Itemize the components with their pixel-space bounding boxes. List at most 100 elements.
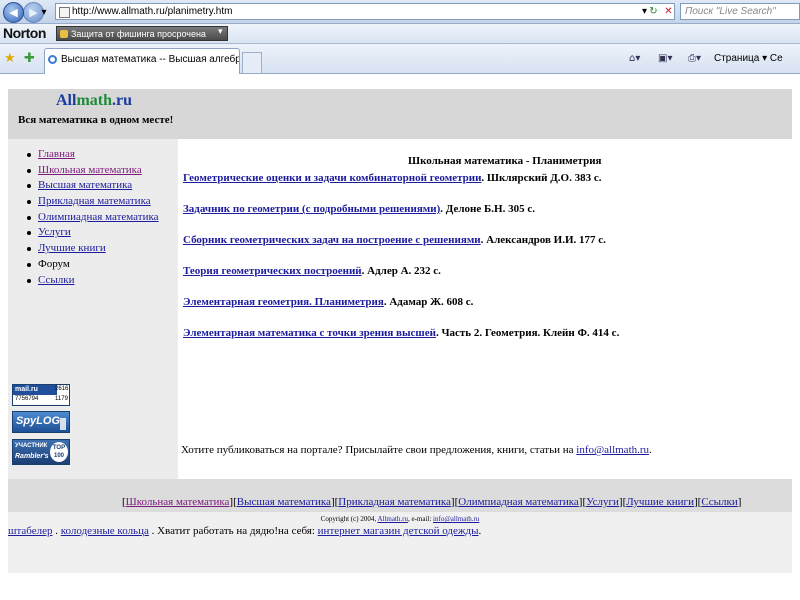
address-url: http://www.allmath.ru/planimetry.htm	[72, 6, 233, 17]
sidebar-item-label[interactable]: Главная	[38, 148, 75, 160]
sidebar-item-label[interactable]: Прикладная математика	[38, 195, 151, 207]
sidebar-item-label[interactable]: Школьная математика	[38, 164, 142, 176]
sidebar-nav: Главная Школьная математика Высшая математ…	[25, 148, 159, 289]
sidebar-item[interactable]: Школьная математика	[25, 164, 159, 180]
logo-part-ru: .ru	[112, 92, 133, 109]
book-title-link[interactable]: Задачник по геометрии (с подробными реше…	[183, 203, 440, 215]
ad-text: . Хватит работать на дядю!на себя:	[148, 525, 318, 537]
ad-link-3[interactable]: интернет магазин детской одежды	[318, 525, 479, 537]
sidebar-item: Форум	[25, 258, 159, 274]
spylog-brand: SpyLOG	[16, 415, 61, 427]
sidebar-item[interactable]: Олимпиадная математика	[25, 211, 159, 227]
page-menu[interactable]: Страница ▾ Се	[714, 53, 783, 64]
book-item: Сборник геометрических задач на построен…	[183, 234, 606, 246]
book-item: Теория геометрических построений. Адлер …	[183, 265, 441, 277]
book-title-link[interactable]: Сборник геометрических задач на построен…	[183, 234, 481, 246]
chevron-down-icon[interactable]: ▾	[218, 27, 223, 37]
mailru-count-3: 1179	[55, 396, 68, 402]
ad-separator: .	[52, 525, 61, 537]
book-item: Задачник по геометрии (с подробными реше…	[183, 203, 535, 215]
tools-menu-label: Се	[769, 53, 783, 64]
book-info: . Шклярский Д.О. 383 с.	[481, 172, 602, 184]
sidebar-item-label[interactable]: Услуги	[38, 226, 71, 238]
sidebar-item-label[interactable]: Олимпиадная математика	[38, 211, 159, 223]
logo-part-math: math	[76, 92, 113, 109]
sidebar-item[interactable]: Ссылки	[25, 274, 159, 290]
book-title-link[interactable]: Теория геометрических построений	[183, 265, 362, 277]
ad-end: .	[478, 525, 482, 537]
mailru-brand: mail.ru	[13, 385, 57, 395]
footer-link[interactable]: Услуги	[586, 496, 619, 508]
sidebar-item[interactable]: Прикладная математика	[25, 195, 159, 211]
ad-link-1[interactable]: штабелер	[8, 525, 53, 537]
tab-active[interactable]: Высшая математика -- Высшая алгебра, дис…	[44, 48, 240, 74]
page-menu-label: Страница	[714, 53, 760, 64]
feeds-icon[interactable]: ▣▾	[658, 53, 672, 64]
book-item: Элементарная математика с точки зрения в…	[183, 327, 619, 339]
footer-link[interactable]: Ссылки	[701, 496, 737, 508]
page-viewport: Allmath.ru Вся математика в одном месте!…	[0, 75, 800, 600]
footer-link[interactable]: Олимпиадная математика	[458, 496, 579, 508]
site-header: Allmath.ru Вся математика в одном месте!	[8, 89, 792, 139]
copyright-site-link[interactable]: Allmath.ru	[377, 515, 408, 523]
mailru-counter[interactable]: mail.ru 7756794 2616 1179	[12, 384, 70, 406]
footer-link[interactable]: Прикладная математика	[338, 496, 451, 508]
site-logo[interactable]: Allmath.ru	[56, 92, 132, 110]
copyright-email-link[interactable]: info@allmath.ru	[433, 515, 479, 523]
logo-part-all: All	[56, 92, 77, 109]
book-info: . Адамар Ж. 608 с.	[383, 296, 474, 308]
book-info: . Адлер А. 232 с.	[361, 265, 441, 277]
norton-status-text: Защита от фишинга просрочена	[71, 29, 206, 39]
rambler-badge-top: TOP	[52, 445, 66, 451]
add-favorite-icon[interactable]: ✚	[24, 51, 35, 66]
book-info: . Александров И.И. 177 с.	[480, 234, 606, 246]
sidebar-item[interactable]: Лучшие книги	[25, 242, 159, 258]
publish-end: .	[649, 444, 652, 456]
history-dropdown-icon[interactable]: ▾	[38, 4, 50, 21]
sidebar-item[interactable]: Главная	[25, 148, 159, 164]
search-input[interactable]: Поиск "Live Search"	[680, 3, 800, 20]
bar-chart-icon	[60, 418, 66, 430]
footer-nav: [Школьная математика][Высшая математика]…	[8, 479, 792, 512]
footer-link[interactable]: Лучшие книги	[626, 496, 694, 508]
sidebar-item-label[interactable]: Лучшие книги	[38, 242, 106, 254]
mailru-count-2: 2616	[55, 386, 69, 392]
norton-logo: Norton	[3, 25, 46, 41]
ad-link-2[interactable]: колодезные кольца	[61, 525, 149, 537]
sidebar: Главная Школьная математика Высшая математ…	[8, 139, 178, 479]
tab-bar: ★ ✚ Высшая математика -- Высшая алгебра,…	[0, 44, 800, 74]
mailru-count-main: 7756794	[15, 396, 39, 402]
book-title-link[interactable]: Элементарная геометрия. Планиметрия	[183, 296, 384, 308]
publish-notice: Хотите публиковаться на портале? Присыла…	[181, 444, 652, 456]
back-icon[interactable]: ◀	[3, 2, 24, 23]
sidebar-item-label[interactable]: Высшая математика	[38, 179, 132, 191]
address-input[interactable]: http://www.allmath.ru/planimetry.htm	[55, 3, 675, 20]
spylog-counter[interactable]: SpyLOG	[12, 411, 70, 433]
book-info: . Делоне Б.Н. 305 с.	[440, 203, 535, 215]
page-icon	[59, 7, 70, 18]
new-tab-button[interactable]	[242, 52, 262, 73]
footer-links: [Школьная математика][Высшая математика]…	[122, 496, 741, 508]
sidebar-item[interactable]: Высшая математика	[25, 179, 159, 195]
publish-email-link[interactable]: info@allmath.ru	[576, 444, 649, 456]
rambler-counter[interactable]: УЧАСТНИК Rambler's TOP 100	[12, 439, 70, 465]
book-title-link[interactable]: Геометрические оценки и задачи комбинато…	[183, 172, 481, 184]
norton-toolbar: Norton Защита от фишинга просрочена ▾	[0, 24, 800, 44]
sidebar-item-label[interactable]: Ссылки	[38, 274, 74, 286]
print-icon[interactable]: ⎙▾	[688, 53, 701, 64]
favorites-star-icon[interactable]: ★	[4, 51, 16, 66]
book-title-link[interactable]: Элементарная математика с точки зрения в…	[183, 327, 436, 339]
footer-link[interactable]: Высшая математика	[237, 496, 331, 508]
rambler-badge-100: 100	[53, 453, 64, 459]
book-info: . Часть 2. Геометрия. Клейн Ф. 414 с.	[435, 327, 620, 339]
warning-icon	[60, 30, 68, 38]
home-icon[interactable]: ⌂▾	[629, 53, 640, 64]
stop-icon[interactable]: ✕	[660, 3, 677, 20]
footer-link[interactable]: Школьная математика	[126, 496, 230, 508]
tab-title: Высшая математика -- Высшая алгебра, дис…	[61, 54, 240, 65]
main-content: Школьная математика - Планиметрия Геомет…	[178, 139, 792, 479]
norton-phishing-status[interactable]: Защита от фишинга просрочена	[56, 26, 228, 41]
copyright-email-label: , e-mail:	[407, 515, 434, 523]
sidebar-item[interactable]: Услуги	[25, 226, 159, 242]
sidebar-item-label: Форум	[38, 257, 70, 270]
